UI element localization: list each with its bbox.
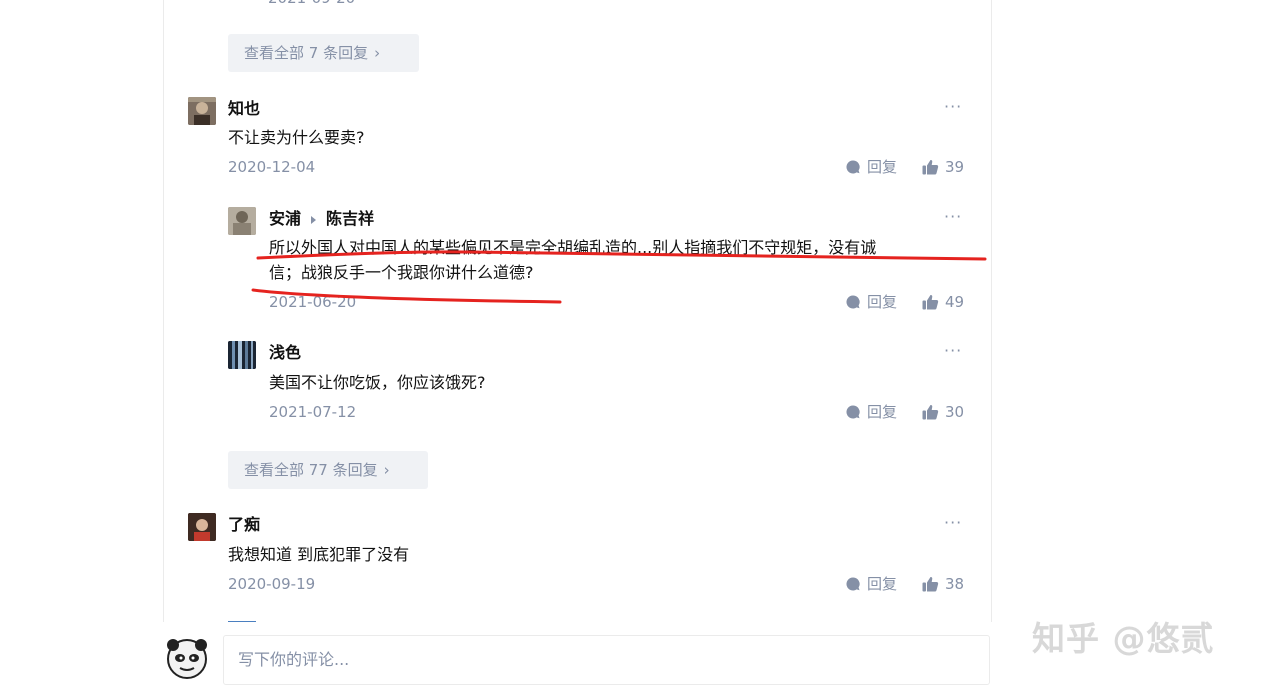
- red-underline-annotation: [251, 250, 987, 304]
- panda-avatar-icon: [167, 639, 207, 679]
- thumbs-up-icon: [922, 577, 939, 592]
- reply-label: 回复: [867, 403, 898, 421]
- comment-author[interactable]: 了痴: [228, 515, 260, 535]
- like-button[interactable]: 30: [922, 402, 964, 422]
- reply-button[interactable]: 回复: [845, 574, 897, 594]
- comment-author[interactable]: 浅色: [269, 343, 301, 363]
- chevron-right-icon: ›: [383, 461, 390, 479]
- comment-bubble-icon: [846, 577, 860, 591]
- view-all-replies-button[interactable]: 查看全部 77 条回复 ›: [228, 451, 428, 489]
- like-button[interactable]: 38: [922, 574, 964, 594]
- avatar[interactable]: [188, 513, 216, 541]
- watermark: 知乎 @悠贰: [1032, 619, 1215, 658]
- more-options-icon[interactable]: ···: [944, 341, 962, 361]
- like-count: 38: [945, 575, 965, 593]
- reply-button[interactable]: 回复: [845, 402, 897, 422]
- view-all-replies-label: 查看全部 77 条回复: [244, 461, 378, 479]
- thumbs-up-icon: [922, 405, 939, 420]
- more-options-icon[interactable]: ···: [944, 513, 962, 533]
- comment-content: 美国不让你吃饭，你应该饿死?: [269, 373, 486, 392]
- comment-date: 2020-09-19: [228, 575, 316, 593]
- comment-content: 我想知道 到底犯罪了没有: [228, 545, 410, 564]
- comment-date: 2021-07-12: [269, 403, 357, 421]
- avatar[interactable]: [228, 341, 256, 369]
- user-avatar[interactable]: [166, 637, 208, 679]
- comment-input[interactable]: 写下你的评论...: [223, 635, 990, 685]
- reply-label: 回复: [867, 575, 898, 593]
- comment-bubble-icon: [846, 405, 860, 419]
- like-count: 30: [945, 403, 965, 421]
